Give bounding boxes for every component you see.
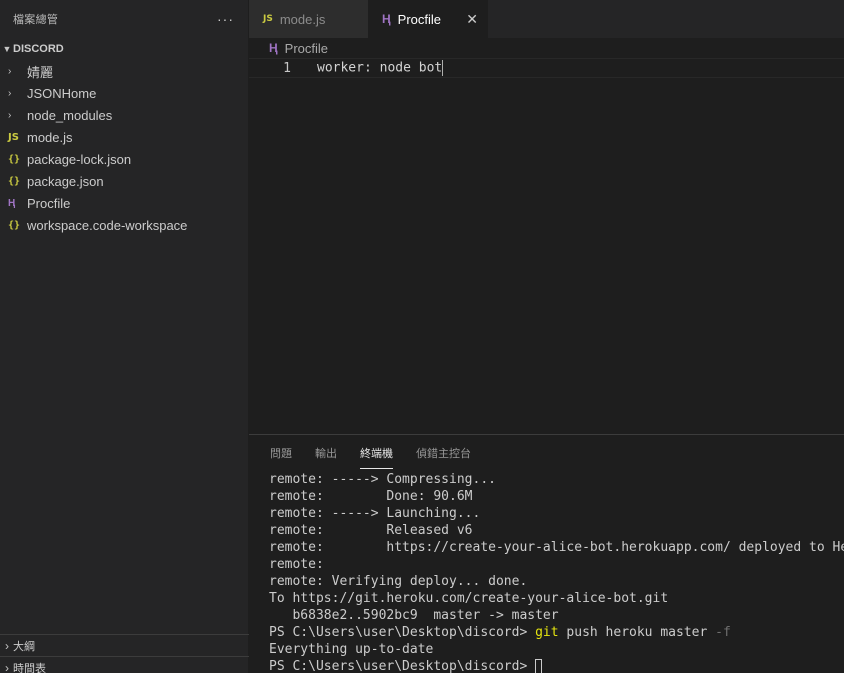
terminal-line: To https://git.heroku.com/create-your-al… bbox=[269, 591, 669, 606]
workspace-root-label: DISCORD bbox=[13, 43, 64, 55]
terminal-cursor bbox=[535, 659, 543, 673]
editor-area[interactable]: Ⱨ Procfile 1 worker: node bot bbox=[249, 38, 844, 434]
chevron-right-icon: › bbox=[8, 65, 12, 77]
tree-item-label: package.json bbox=[27, 173, 104, 189]
breadcrumb[interactable]: Ⱨ Procfile bbox=[249, 38, 844, 58]
json-file-icon: {} bbox=[8, 153, 21, 165]
tab-label: mode.js bbox=[279, 11, 326, 27]
tree-item-label: Procfile bbox=[27, 195, 71, 211]
tab-procfile[interactable]: Ⱨ Procfile ✕ bbox=[368, 0, 488, 38]
explorer-header: 檔案總管 ··· bbox=[0, 0, 248, 38]
tree-item-file[interactable]: {} package-lock.json bbox=[0, 148, 248, 170]
tab-problems[interactable]: 問題 bbox=[270, 435, 292, 471]
tree-item-label: mode.js bbox=[27, 129, 73, 145]
outline-section[interactable]: › 大綱 bbox=[0, 634, 249, 656]
terminal-command-line: PS C:\Users\user\Desktop\discord> git pu… bbox=[269, 624, 844, 641]
terminal-line: Everything up-to-date bbox=[269, 642, 434, 657]
tree-item-file[interactable]: Ⱨ Procfile bbox=[0, 192, 248, 214]
javascript-file-icon: JS bbox=[8, 131, 19, 143]
panel-tab-bar: 問題 輸出 終端機 偵錯主控台 bbox=[249, 435, 844, 471]
tree-item-label: 婧麗 bbox=[27, 64, 54, 80]
json-file-icon: {} bbox=[8, 219, 21, 231]
explorer-title: 檔案總管 bbox=[13, 14, 59, 26]
heroku-file-icon: Ⱨ bbox=[269, 41, 278, 55]
workspace-root[interactable]: ▼ DISCORD bbox=[0, 38, 248, 60]
tree-item-folder[interactable]: › JSONHome bbox=[0, 82, 248, 104]
code-content: worker: node bot bbox=[317, 60, 443, 76]
tree-item-label: JSONHome bbox=[27, 85, 97, 101]
tree-item-label: workspace.code-workspace bbox=[27, 217, 188, 233]
heroku-file-icon: Ⱨ bbox=[8, 197, 16, 209]
terminal-line: remote: Verifying deploy... done. bbox=[269, 574, 528, 589]
breadcrumb-label: Procfile bbox=[284, 40, 329, 56]
tab-terminal[interactable]: 終端機 bbox=[360, 435, 393, 471]
chevron-right-icon: › bbox=[8, 109, 12, 121]
tree-item-folder[interactable]: › node_modules bbox=[0, 104, 248, 126]
javascript-file-icon: JS bbox=[263, 14, 273, 24]
close-icon[interactable]: ✕ bbox=[466, 11, 478, 28]
terminal[interactable]: remote: -----> Compressing... remote: Do… bbox=[249, 471, 844, 673]
code-text[interactable]: worker: node bot bbox=[317, 60, 444, 76]
tree-item-folder[interactable]: › 婧麗 bbox=[0, 60, 248, 82]
chevron-right-icon: › bbox=[8, 87, 12, 99]
command-flag: -f bbox=[715, 625, 731, 640]
tree-item-file[interactable]: {} package.json bbox=[0, 170, 248, 192]
text-cursor bbox=[442, 60, 444, 76]
editor-tab-bar: JS mode.js Ⱨ Procfile ✕ bbox=[249, 0, 844, 38]
tree-item-file[interactable]: {} workspace.code-workspace bbox=[0, 214, 248, 236]
tree-item-label: package-lock.json bbox=[27, 151, 132, 167]
terminal-prompt: PS C:\Users\user\Desktop\discord> bbox=[269, 659, 536, 673]
line-number: 1 bbox=[283, 60, 291, 76]
terminal-line: remote: -----> Compressing... bbox=[269, 472, 496, 487]
terminal-line: remote: Released v6 bbox=[269, 523, 473, 538]
terminal-line: remote: -----> Launching... bbox=[269, 506, 481, 521]
bottom-panel: 問題 輸出 終端機 偵錯主控台 remote: -----> Compressi… bbox=[249, 434, 844, 673]
code-line[interactable]: 1 worker: node bot bbox=[249, 58, 844, 78]
outline-label: 大綱 bbox=[13, 640, 35, 653]
tab-label: Procfile bbox=[397, 11, 442, 27]
terminal-line: remote: Done: 90.6M bbox=[269, 489, 473, 504]
chevron-right-icon: › bbox=[5, 638, 9, 653]
chevron-right-icon: › bbox=[5, 660, 9, 673]
more-actions-icon[interactable]: ··· bbox=[217, 11, 234, 27]
terminal-prompt-line[interactable]: PS C:\Users\user\Desktop\discord> bbox=[269, 658, 844, 673]
terminal-prompt: PS C:\Users\user\Desktop\discord> bbox=[269, 625, 536, 640]
heroku-file-icon: Ⱨ bbox=[382, 12, 391, 26]
terminal-line: remote: bbox=[269, 557, 324, 572]
command-git: git bbox=[535, 625, 559, 640]
command-args: push heroku master bbox=[558, 625, 716, 640]
tree-item-file[interactable]: JS mode.js bbox=[0, 126, 248, 148]
timeline-section[interactable]: › 時間表 bbox=[0, 656, 249, 673]
tab-mode-js[interactable]: JS mode.js bbox=[249, 0, 368, 38]
tab-debug-console[interactable]: 偵錯主控台 bbox=[416, 435, 471, 471]
timeline-label: 時間表 bbox=[13, 662, 46, 673]
terminal-line: b6838e2..5902bc9 master -> master bbox=[269, 608, 559, 623]
tree-item-label: node_modules bbox=[27, 107, 113, 123]
tab-output[interactable]: 輸出 bbox=[315, 435, 337, 471]
terminal-line: remote: https://create-your-alice-bot.he… bbox=[269, 540, 844, 555]
json-file-icon: {} bbox=[8, 175, 21, 187]
explorer-sidebar: 檔案總管 ··· ▼ DISCORD › 婧麗 › JSONHome › nod… bbox=[0, 0, 249, 673]
chevron-down-icon: ▼ bbox=[2, 44, 12, 54]
